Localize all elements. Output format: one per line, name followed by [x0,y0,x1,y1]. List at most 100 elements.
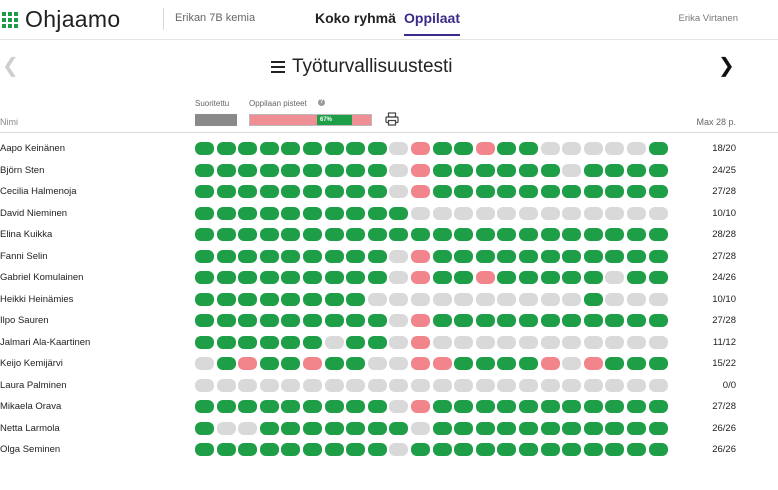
answer-correct[interactable] [281,421,301,435]
answer-correct[interactable] [281,228,301,241]
chevron-right-icon[interactable]: ❯ [718,56,735,76]
answer-empty[interactable] [562,357,582,370]
answer-correct[interactable] [195,206,214,220]
student-row[interactable]: Gabriel Komulainen 24/26 [0,270,778,286]
answer-wrong[interactable] [303,357,322,370]
answer-empty[interactable] [583,142,603,155]
answer-empty[interactable] [648,292,668,306]
answer-correct[interactable] [324,206,344,220]
answer-correct[interactable] [519,228,538,241]
answer-correct[interactable] [519,443,538,456]
answer-correct[interactable] [540,185,560,198]
student-row[interactable]: Cecilia Halmenoja 27/28 [0,184,778,200]
answer-empty[interactable] [259,378,279,392]
answer-correct[interactable] [238,400,258,413]
student-name[interactable]: Ilpo Sauren [0,315,49,326]
answer-correct[interactable] [475,400,495,413]
student-row[interactable]: Laura Palminen 0/0 [0,378,778,394]
answer-empty[interactable] [475,206,495,220]
answer-empty[interactable] [605,335,625,349]
answer-empty[interactable] [389,292,409,306]
answer-empty[interactable] [216,378,236,392]
answer-empty[interactable] [519,335,538,349]
answer-correct[interactable] [216,163,236,177]
answer-correct[interactable] [648,443,668,456]
answer-correct[interactable] [238,185,258,198]
student-row[interactable]: Elina Kuikka 28/28 [0,227,778,243]
answer-correct[interactable] [281,163,301,177]
answer-correct[interactable] [454,228,474,241]
answer-correct[interactable] [195,228,214,241]
answer-correct[interactable] [346,163,366,177]
answer-correct[interactable] [259,228,279,241]
answer-correct[interactable] [389,228,409,241]
answer-empty[interactable] [519,292,538,306]
answer-correct[interactable] [475,249,495,263]
answer-correct[interactable] [519,271,538,284]
answer-correct[interactable] [411,228,430,241]
answer-empty[interactable] [389,357,409,370]
answer-correct[interactable] [195,185,214,198]
answer-empty[interactable] [583,335,603,349]
answer-correct[interactable] [648,163,668,177]
answer-correct[interactable] [259,421,279,435]
student-name[interactable]: Cecilia Halmenoja [0,186,77,197]
answer-correct[interactable] [627,421,646,435]
answer-correct[interactable] [627,314,646,327]
answer-correct[interactable] [454,271,474,284]
answer-correct[interactable] [367,228,387,241]
answer-correct[interactable] [475,163,495,177]
answer-correct[interactable] [648,314,668,327]
answer-correct[interactable] [432,163,452,177]
answer-wrong[interactable] [411,400,430,413]
answer-empty[interactable] [367,378,387,392]
answer-empty[interactable] [238,378,258,392]
answer-wrong[interactable] [411,249,430,263]
answer-correct[interactable] [562,228,582,241]
answer-correct[interactable] [303,421,322,435]
answer-empty[interactable] [519,378,538,392]
answer-correct[interactable] [259,357,279,370]
answer-correct[interactable] [303,163,322,177]
answer-empty[interactable] [627,378,646,392]
answer-correct[interactable] [238,163,258,177]
answer-correct[interactable] [195,335,214,349]
answer-correct[interactable] [195,314,214,327]
answer-correct[interactable] [259,142,279,155]
student-name[interactable]: Aapo Keinänen [0,143,65,154]
answer-correct[interactable] [540,421,560,435]
answer-correct[interactable] [605,400,625,413]
student-row[interactable]: Aapo Keinänen 18/20 [0,141,778,157]
answer-empty[interactable] [497,335,517,349]
answer-correct[interactable] [627,271,646,284]
answer-correct[interactable] [281,335,301,349]
answer-correct[interactable] [346,271,366,284]
answer-correct[interactable] [519,163,538,177]
answer-empty[interactable] [562,142,582,155]
answer-correct[interactable] [324,314,344,327]
answer-empty[interactable] [475,292,495,306]
answer-correct[interactable] [497,228,517,241]
answer-correct[interactable] [454,357,474,370]
answer-correct[interactable] [605,357,625,370]
answer-correct[interactable] [497,163,517,177]
answer-correct[interactable] [238,228,258,241]
answer-correct[interactable] [281,185,301,198]
answer-correct[interactable] [259,249,279,263]
info-icon[interactable]: ? [318,99,325,106]
answer-correct[interactable] [562,421,582,435]
student-row[interactable]: Netta Larmola 26/26 [0,421,778,437]
answer-correct[interactable] [216,228,236,241]
answer-correct[interactable] [389,421,409,435]
answer-correct[interactable] [454,163,474,177]
answer-correct[interactable] [216,292,236,306]
answer-correct[interactable] [497,314,517,327]
answer-correct[interactable] [281,292,301,306]
answer-correct[interactable] [367,206,387,220]
answer-correct[interactable] [367,185,387,198]
answer-wrong[interactable] [411,185,430,198]
answer-correct[interactable] [475,421,495,435]
answer-empty[interactable] [475,335,495,349]
answer-empty[interactable] [411,206,430,220]
answer-correct[interactable] [195,142,214,155]
